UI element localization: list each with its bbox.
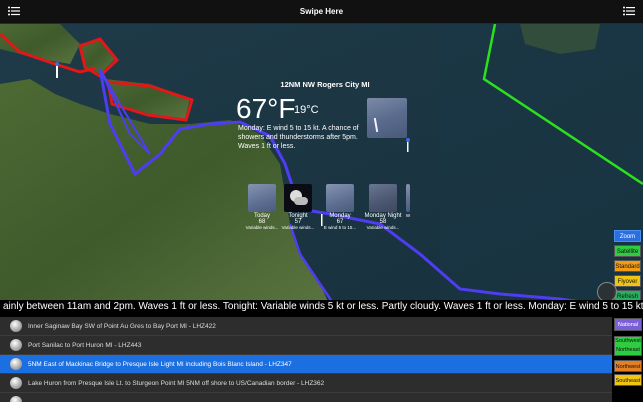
period-desc: E wind 5 to 15...	[323, 225, 357, 230]
forecast-period[interactable]: W	[404, 184, 412, 218]
forecast-location: 12NM NW Rogers City MI	[280, 80, 370, 89]
list-icon[interactable]	[8, 6, 20, 16]
zone-label: 5NM East of Mackinac Bridge to Presque I…	[28, 361, 292, 368]
zone-label: Port Sanilac to Port Huron MI - LHZ443	[28, 342, 142, 349]
list-item[interactable]: Inner Saginaw Bay SW of Point Au Gres to…	[0, 317, 612, 336]
period-desc: W	[405, 213, 411, 218]
period-desc: Variable winds...	[366, 225, 400, 230]
zone-icon	[10, 377, 22, 389]
thunderstorm-icon	[248, 184, 276, 212]
northwest-button[interactable]: Northwest	[614, 360, 642, 372]
list-icon[interactable]	[623, 6, 635, 16]
forecast-ticker: ainly between 11am and 2pm. Waves 1 ft o…	[0, 300, 643, 314]
southwest-northeast-button[interactable]: Southwest Northeast	[614, 336, 642, 356]
zone-icon	[10, 396, 22, 402]
list-item[interactable]	[0, 393, 612, 402]
standard-button[interactable]: Standard	[614, 260, 641, 272]
ticker-text: ainly between 11am and 2pm. Waves 1 ft o…	[3, 301, 643, 312]
forecast-period[interactable]: Tonight 57 Variable winds...	[276, 184, 320, 230]
compass-icon[interactable]	[597, 282, 617, 302]
national-button[interactable]: National	[614, 318, 642, 331]
page-title: Swipe Here	[299, 7, 344, 16]
list-item-selected[interactable]: 5NM East of Mackinac Bridge to Presque I…	[0, 355, 612, 374]
list-item[interactable]: Lake Huron from Presque Isle Lt. to Stur…	[0, 374, 612, 393]
thunderstorm-icon	[326, 184, 354, 212]
zone-icon	[10, 320, 22, 332]
zone-label: Inner Saginaw Bay SW of Point Au Gres to…	[28, 323, 216, 330]
forecast-period[interactable]: Monday 67 E wind 5 to 15...	[318, 184, 362, 230]
zone-icon	[10, 358, 22, 370]
forecast-text: Monday: E wind 5 to 15 kt. A chance of s…	[238, 125, 359, 150]
northeast-label: Northeast	[616, 347, 640, 353]
thunderstorm-icon	[367, 98, 407, 138]
zone-label: Lake Huron from Presque Isle Lt. to Stur…	[28, 380, 325, 387]
top-bar[interactable]: Swipe Here	[0, 0, 643, 24]
period-desc: Variable winds...	[281, 225, 315, 230]
southeast-button[interactable]: Southeast	[614, 374, 642, 386]
forecast-temp-c: 19°C	[294, 104, 319, 116]
app-window: Swipe Here 12NM NW Rogers City MI 67°F 1…	[0, 0, 643, 402]
forecast-period[interactable]: Monday Night 58 Variable winds...	[360, 184, 406, 230]
zone-icon	[10, 339, 22, 351]
flyover-button[interactable]: Flyover	[614, 275, 641, 287]
satellite-map[interactable]: 12NM NW Rogers City MI 67°F 19°C Monday:…	[0, 24, 643, 306]
list-item[interactable]: Port Sanilac to Port Huron MI - LHZ443	[0, 336, 612, 355]
zone-list[interactable]: Inner Saginaw Bay SW of Point Au Gres to…	[0, 317, 612, 402]
zoom-button[interactable]: Zoom	[614, 230, 641, 242]
satellite-button[interactable]: Satellite	[614, 245, 641, 257]
thunderstorm-icon	[369, 184, 397, 212]
thunderstorm-icon	[406, 184, 410, 212]
forecast-periods: Today 68 Variable winds... Tonight 57 Va…	[240, 184, 420, 234]
southwest-label: Southwest	[615, 338, 641, 344]
forecast-temp-f: 67°F	[236, 93, 296, 124]
partly-cloudy-night-icon	[284, 184, 312, 212]
